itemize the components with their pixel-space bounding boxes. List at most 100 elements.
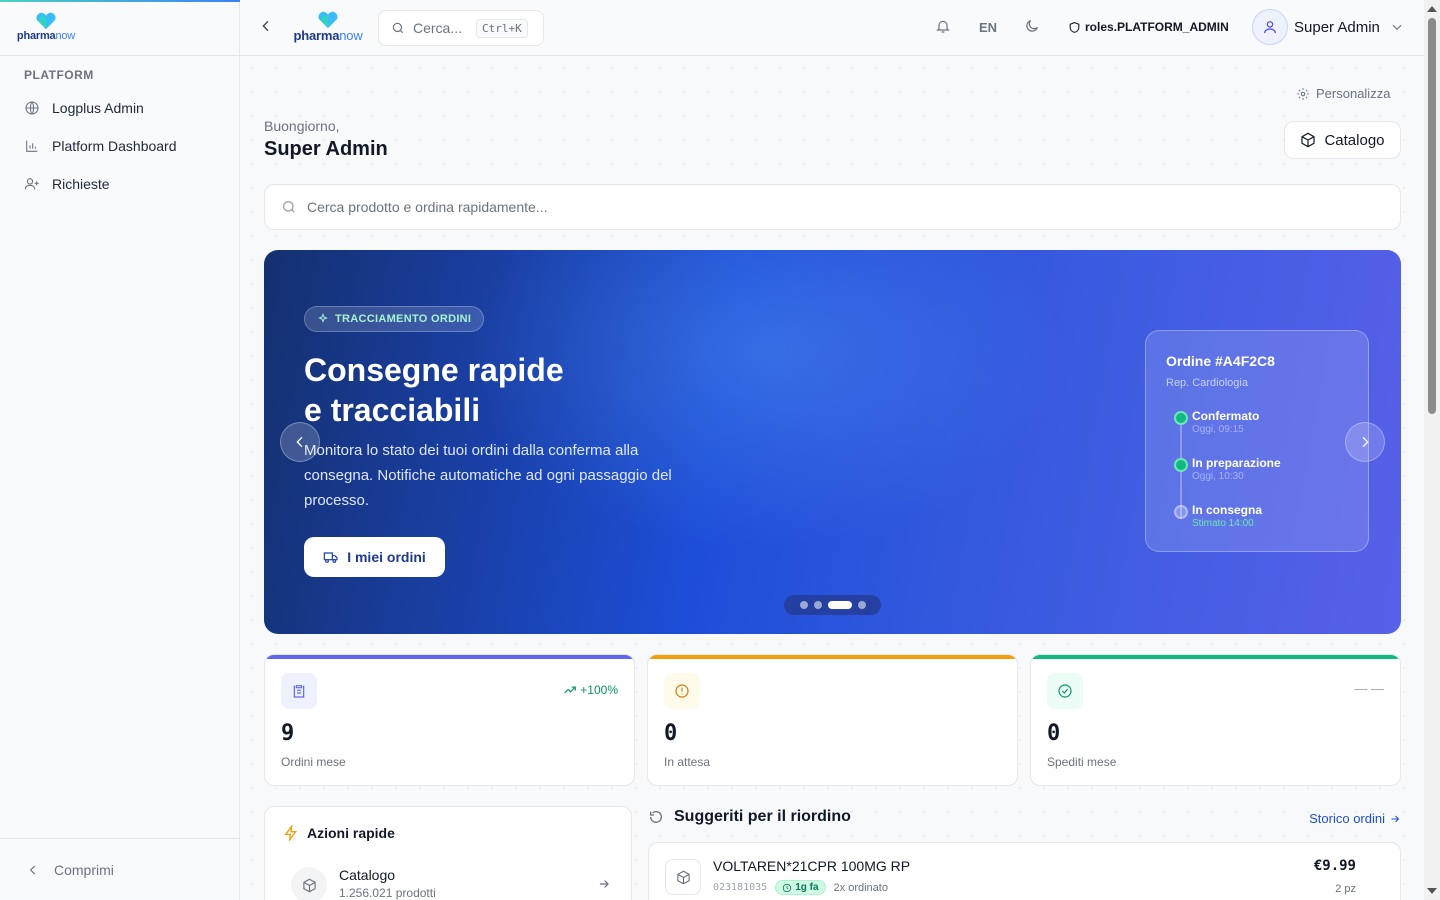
order-history-label: Storico ordini xyxy=(1309,811,1385,826)
stat-card-shipped-month[interactable]: — — 0 Spediti mese xyxy=(1030,654,1401,786)
page-title: Super Admin xyxy=(264,138,388,160)
arrow-right-icon xyxy=(599,880,609,888)
role-label: roles.PLATFORM_ADMIN xyxy=(1085,20,1229,34)
personalize-button[interactable]: Personalizza xyxy=(1296,86,1390,101)
product-name: VOLTAREN*21CPR 100MG RP xyxy=(713,858,911,874)
check-circle-icon xyxy=(1058,684,1072,698)
step-dot xyxy=(1174,411,1188,425)
quick-actions-title: Azioni rapide xyxy=(283,825,395,841)
arrow-right-icon xyxy=(1391,815,1400,822)
sidebar-item-label: Logplus Admin xyxy=(52,100,144,116)
carousel-indicators xyxy=(784,595,881,615)
my-orders-button[interactable]: I miei ordini xyxy=(304,537,445,577)
step-time: Stimato 14:00 xyxy=(1192,518,1254,529)
refresh-icon xyxy=(650,810,662,823)
sidebar-section-title: PLATFORM xyxy=(24,68,94,82)
bar-chart-icon xyxy=(26,140,38,152)
personalize-label: Personalizza xyxy=(1316,86,1391,101)
brand-logo[interactable]: pharmanow xyxy=(14,12,78,42)
sidebar-item-richieste[interactable]: Richieste xyxy=(12,167,228,201)
user-plus-icon xyxy=(24,178,39,190)
step-time: Oggi, 09:15 xyxy=(1192,424,1244,435)
quick-search-placeholder: Cerca prodotto e ordina rapidamente... xyxy=(307,199,548,215)
scroll-down-arrow[interactable] xyxy=(1427,888,1437,894)
chevron-down-icon xyxy=(1392,24,1402,31)
quick-action-label: Catalogo xyxy=(339,867,396,883)
order-history-link[interactable]: Storico ordini xyxy=(1309,811,1401,826)
shield-icon xyxy=(1069,21,1080,33)
scrollbar-thumb[interactable] xyxy=(1428,18,1436,414)
sidebar-item-logplus-admin[interactable]: Logplus Admin xyxy=(12,91,228,125)
user-menu[interactable]: Super Admin xyxy=(1252,9,1404,45)
stat-accent-bar xyxy=(265,655,634,659)
stat-label: In attesa xyxy=(664,755,711,769)
globe-icon xyxy=(25,101,39,115)
user-icon xyxy=(1264,21,1276,34)
suggestion-item[interactable]: VOLTAREN*21CPR 100MG RP 023181035 1g fa … xyxy=(648,842,1401,900)
brand-name: pharmanow xyxy=(293,28,363,43)
package-icon xyxy=(302,878,316,892)
carousel-dot[interactable] xyxy=(799,601,808,609)
page-scrollbar[interactable] xyxy=(1424,0,1440,900)
stat-trend-value: +100% xyxy=(580,683,618,697)
theme-toggle[interactable] xyxy=(1024,18,1042,36)
stat-icon-wrap xyxy=(1047,673,1083,709)
chevron-left-icon xyxy=(262,20,269,32)
brand-name: pharmanow xyxy=(16,30,76,42)
stat-icon-wrap xyxy=(664,673,700,709)
stat-card-pending[interactable]: 0 In attesa xyxy=(647,654,1018,786)
product-quantity: 2 pz xyxy=(1335,883,1356,895)
back-button[interactable] xyxy=(258,18,276,38)
notifications-button[interactable] xyxy=(935,18,953,36)
collapse-sidebar-button[interactable]: Comprimi xyxy=(0,838,240,900)
global-search-input[interactable]: Cerca... Ctrl+K xyxy=(378,10,544,46)
catalog-button-label: Catalogo xyxy=(1324,131,1385,149)
heart-logo-icon xyxy=(318,11,338,29)
last-order-badge: 1g fa xyxy=(775,880,826,895)
carousel-dot-active[interactable] xyxy=(827,601,852,609)
stat-value: 9 xyxy=(281,721,295,746)
carousel-prev-button[interactable] xyxy=(280,422,320,462)
greeting: Buongiorno, xyxy=(264,118,340,134)
quick-action-catalog[interactable]: Catalogo 1.256.021 prodotti xyxy=(291,865,611,900)
lightning-icon xyxy=(284,825,297,841)
language-switcher[interactable]: EN xyxy=(979,20,997,35)
stat-trend: +100% xyxy=(563,683,618,697)
alert-circle-icon xyxy=(675,684,689,698)
stats-row: +100% 9 Ordini mese 0 In attesa — — 0 Sp… xyxy=(264,654,1401,786)
sidebar-header: pharmanow xyxy=(0,0,240,56)
clock-icon xyxy=(783,883,792,892)
hero-tag-label: TRACCIAMENTO ORDINI xyxy=(335,313,472,325)
search-icon xyxy=(283,201,295,213)
sidebar-item-label: Richieste xyxy=(52,176,110,192)
topbar-brand-logo[interactable]: pharmanow xyxy=(293,11,363,43)
bell-icon xyxy=(936,20,950,33)
stat-label: Spediti mese xyxy=(1047,755,1117,769)
stat-icon-wrap xyxy=(281,673,317,709)
carousel-dot[interactable] xyxy=(857,601,866,609)
hero-carousel: TRACCIAMENTO ORDINI Consegne rapide e tra… xyxy=(264,250,1401,634)
collapse-label: Comprimi xyxy=(54,861,114,878)
truck-icon xyxy=(323,552,338,563)
suggestions-title: Suggeriti per il riordino xyxy=(648,808,851,826)
carousel-dot[interactable] xyxy=(813,601,822,609)
package-icon xyxy=(676,870,690,884)
quick-actions-title-text: Azioni rapide xyxy=(307,825,395,841)
catalog-button[interactable]: Catalogo xyxy=(1284,121,1401,159)
trending-up-icon xyxy=(564,686,577,694)
quick-search-input[interactable]: Cerca prodotto e ordina rapidamente... xyxy=(264,184,1401,230)
scroll-up-arrow[interactable] xyxy=(1427,6,1437,12)
suggestions-title-text: Suggeriti per il riordino xyxy=(674,808,851,825)
step-dot xyxy=(1174,458,1188,472)
search-icon xyxy=(392,22,404,34)
sidebar-item-label: Platform Dashboard xyxy=(52,138,177,154)
user-name: Super Admin xyxy=(1294,18,1380,36)
hero-title: Consegne rapide e tracciabili xyxy=(304,352,564,428)
stat-label: Ordini mese xyxy=(281,755,346,769)
product-icon-wrap xyxy=(665,859,701,895)
sidebar-item-platform-dashboard[interactable]: Platform Dashboard xyxy=(12,129,228,163)
order-title: Ordine #A4F2C8 xyxy=(1166,353,1275,369)
order-department: Rep. Cardiologia xyxy=(1166,377,1248,389)
product-meta: 023181035 1g fa 2x ordinato xyxy=(713,880,888,895)
stat-card-orders-month[interactable]: +100% 9 Ordini mese xyxy=(264,654,635,786)
